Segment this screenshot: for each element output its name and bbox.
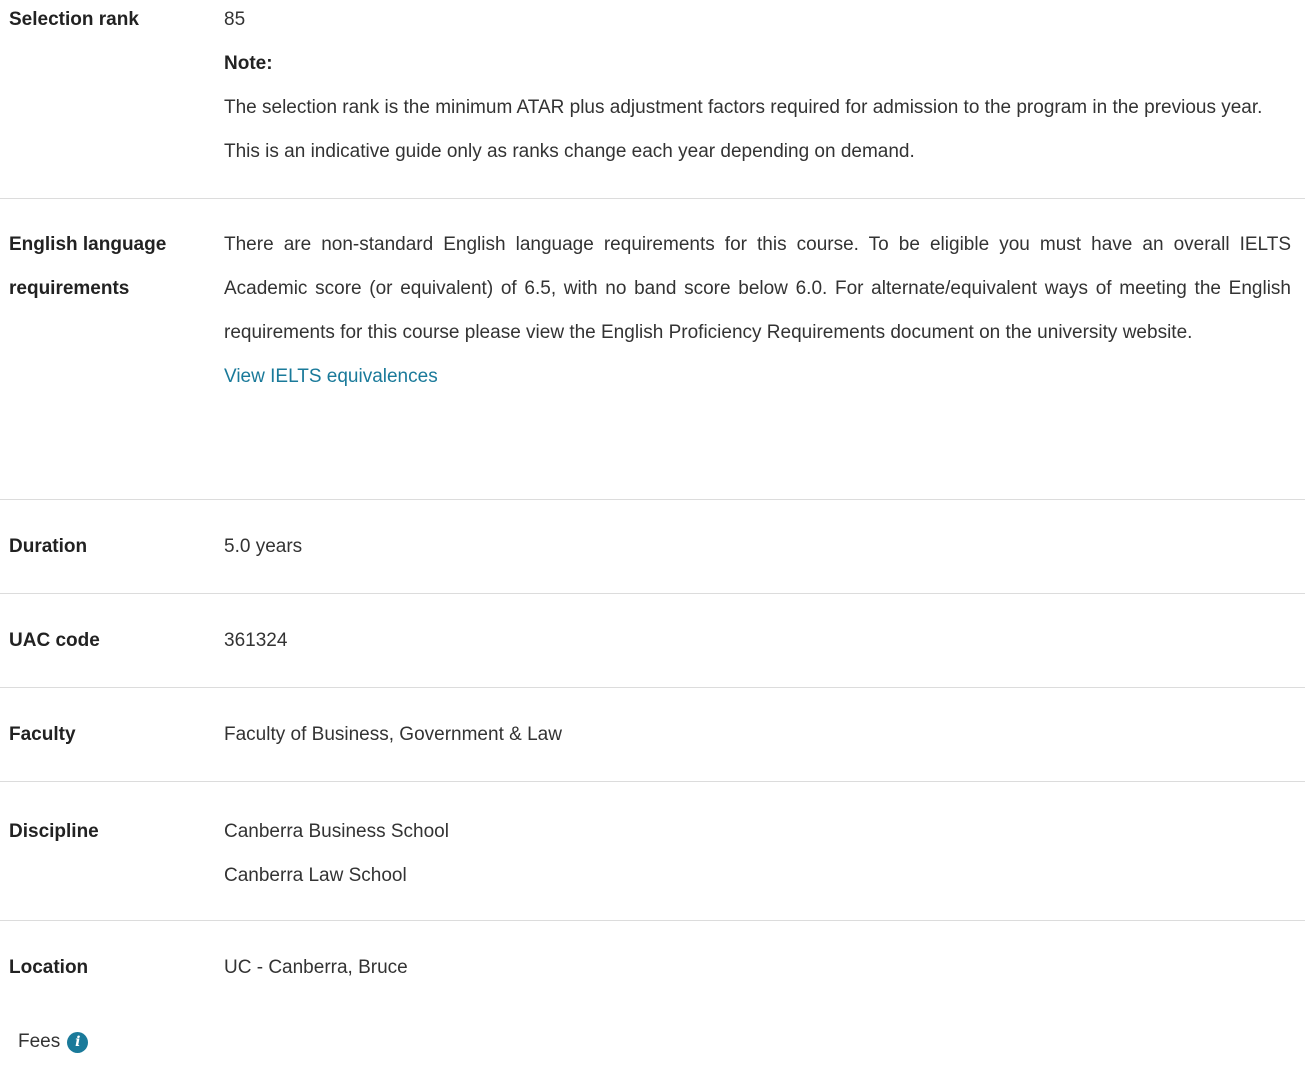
uac-code-row: UAC code 361324 xyxy=(0,594,1305,688)
view-ielts-equivalences-link[interactable]: View IELTS equivalences xyxy=(224,366,438,387)
discipline-item: Canberra Law School xyxy=(224,865,407,886)
selection-rank-note-text: The selection rank is the minimum ATAR p… xyxy=(224,97,1263,162)
fees-label: Fees xyxy=(18,1031,61,1052)
info-icon[interactable]: i xyxy=(67,1031,89,1053)
faculty-row: Faculty Faculty of Business, Government … xyxy=(0,688,1305,782)
selection-rank-label: Selection rank xyxy=(9,9,139,30)
discipline-label: Discipline xyxy=(9,821,99,842)
location-row: Location UC - Canberra, Bruce xyxy=(0,921,1305,1015)
english-requirements-row: English language requirements There are … xyxy=(0,199,1305,500)
discipline-item: Canberra Business School xyxy=(224,821,449,842)
duration-label: Duration xyxy=(9,535,88,557)
location-label: Location xyxy=(9,957,89,978)
selection-rank-value-block: 85 Note: The selection rank is the minim… xyxy=(224,0,1305,198)
discipline-value-block: Canberra Business School Canberra Law Sc… xyxy=(224,810,1305,920)
duration-value: 5.0 years xyxy=(224,535,303,557)
selection-rank-value: 85 xyxy=(224,9,246,30)
english-requirements-text: There are non-standard English language … xyxy=(224,234,1291,343)
course-details: Selection rank 85 Note: The selection ra… xyxy=(0,0,1305,1053)
english-requirements-value-block: There are non-standard English language … xyxy=(224,223,1305,499)
uac-code-label: UAC code xyxy=(9,629,100,651)
selection-rank-note-label: Note: xyxy=(224,53,273,74)
faculty-label: Faculty xyxy=(9,723,76,745)
location-value: UC - Canberra, Bruce xyxy=(224,957,408,978)
discipline-row: Discipline Canberra Business School Canb… xyxy=(0,782,1305,921)
duration-row: Duration 5.0 years xyxy=(0,500,1305,594)
selection-rank-row: Selection rank 85 Note: The selection ra… xyxy=(0,0,1305,199)
uac-code-value: 361324 xyxy=(224,629,288,651)
english-requirements-label: English language requirements xyxy=(9,234,167,299)
faculty-value: Faculty of Business, Government & Law xyxy=(224,723,562,745)
fees-heading: Fees i xyxy=(0,1031,1305,1053)
